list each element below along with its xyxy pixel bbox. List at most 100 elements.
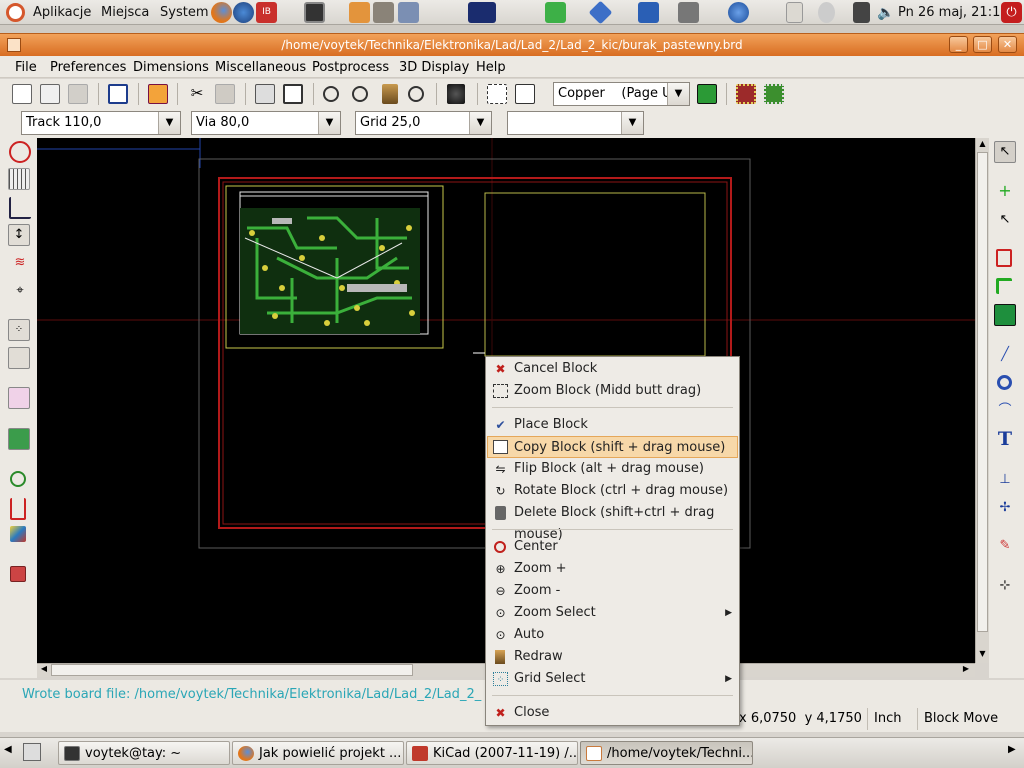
menu-item-place-block[interactable]: ✔ Place Block xyxy=(487,414,738,436)
highlight-net-icon[interactable]: + xyxy=(994,181,1016,203)
set-origin-icon[interactable]: ⊹ xyxy=(994,576,1016,598)
add-track-icon[interactable] xyxy=(996,278,1012,294)
gimp-icon[interactable] xyxy=(373,2,394,23)
firefox-icon[interactable] xyxy=(211,2,232,23)
menu-item-rotate-block[interactable]: ↻ Rotate Block (ctrl + drag mouse) xyxy=(487,480,738,502)
menu-item-redraw[interactable]: Redraw xyxy=(487,646,738,668)
menu-item-grid-select[interactable]: ⁘ Grid Select ▶ xyxy=(487,668,738,690)
print-icon[interactable] xyxy=(255,84,275,104)
scroll-left-arrow-icon[interactable]: ◀ xyxy=(38,664,50,676)
scroll-down-arrow-icon[interactable]: ▼ xyxy=(977,649,988,661)
redraw-toolbar-icon[interactable] xyxy=(382,84,398,104)
add-text-icon[interactable]: T xyxy=(994,429,1016,451)
scroll-tasks-right-icon[interactable]: ▶ xyxy=(1008,744,1016,755)
accessibility-icon[interactable] xyxy=(545,2,566,23)
cursor-shape-icon[interactable]: ⌖ xyxy=(9,281,31,303)
autoroute-icon[interactable] xyxy=(764,84,784,104)
menu-dimensions[interactable]: Dimensions xyxy=(133,59,209,77)
menu-file[interactable]: File xyxy=(15,59,37,77)
task-kicad[interactable]: KiCad (2007-11-19) /... xyxy=(406,741,578,765)
units-inch-icon[interactable]: ↕ xyxy=(8,224,30,246)
chevron-down-icon[interactable]: ▼ xyxy=(318,112,340,134)
netlist-icon[interactable] xyxy=(487,84,507,104)
thunderbird-icon[interactable] xyxy=(233,2,254,23)
grid-size-select[interactable]: Grid 25,0 ▼ xyxy=(355,111,492,135)
zoom-in-toolbar-icon[interactable] xyxy=(323,86,339,102)
maximize-button[interactable]: □ xyxy=(973,36,992,53)
add-module-icon[interactable] xyxy=(996,249,1012,267)
chevron-down-icon[interactable]: ▼ xyxy=(469,112,491,134)
scroll-tasks-left-icon[interactable]: ◀ xyxy=(4,744,12,755)
find-icon[interactable] xyxy=(447,84,465,104)
zoom-auto-toolbar-icon[interactable] xyxy=(408,86,424,102)
task-pcbnew[interactable]: /home/voytek/Techni... xyxy=(580,741,753,765)
office-icon[interactable]: IB xyxy=(256,2,277,23)
menu-postprocess[interactable]: Postprocess xyxy=(312,59,389,77)
horizontal-scroll-thumb[interactable] xyxy=(51,664,413,676)
vertical-scroll-thumb[interactable] xyxy=(977,152,988,632)
ubuntu-logo-icon[interactable] xyxy=(6,3,25,22)
cut-icon[interactable]: ✂ xyxy=(187,84,207,104)
places-menu[interactable]: Miejsca xyxy=(101,0,149,25)
chevron-down-icon[interactable]: ▼ xyxy=(621,112,643,134)
tracks-sketch-icon[interactable] xyxy=(10,498,26,520)
applications-menu[interactable]: Aplikacje xyxy=(33,0,91,25)
minimize-button[interactable]: _ xyxy=(949,36,968,53)
terminal-launcher-icon[interactable] xyxy=(304,2,325,23)
high-contrast-icon[interactable] xyxy=(10,526,26,542)
task-terminal[interactable]: voytek@tay: ~ xyxy=(58,741,230,765)
notes-icon[interactable] xyxy=(786,2,803,23)
calculator-icon[interactable] xyxy=(678,2,699,23)
volume-icon[interactable]: 🔈 xyxy=(877,5,894,21)
weather-icon[interactable] xyxy=(818,2,835,23)
via-size-select[interactable]: Via 80,0 ▼ xyxy=(191,111,341,135)
add-line-icon[interactable]: ╱ xyxy=(994,345,1016,367)
scroll-up-arrow-icon[interactable]: ▲ xyxy=(977,139,988,151)
menu-item-zoom-in[interactable]: ⊕ Zoom + xyxy=(487,558,738,580)
grid-toggle-icon[interactable] xyxy=(8,168,30,190)
select-arrow-icon[interactable]: ↖ xyxy=(994,141,1016,163)
open-board-icon[interactable] xyxy=(40,84,60,104)
delete-items-icon[interactable]: ✎ xyxy=(994,536,1016,558)
auto-delete-track-icon[interactable] xyxy=(8,387,30,409)
plot-icon[interactable] xyxy=(283,84,303,104)
pads-sketch-icon[interactable] xyxy=(10,471,26,487)
add-target-icon[interactable]: ✢ xyxy=(994,498,1016,520)
page-settings-icon[interactable] xyxy=(108,84,128,104)
clock[interactable]: Pn 26 maj, 21:10 xyxy=(898,0,1009,25)
add-circle-icon[interactable] xyxy=(997,375,1012,390)
shutdown-icon[interactable]: ⏻ xyxy=(1001,2,1022,23)
new-board-icon[interactable] xyxy=(12,84,32,104)
menu-item-zoom-auto[interactable]: ⊙ Auto xyxy=(487,624,738,646)
paste-icon[interactable] xyxy=(215,84,235,104)
xchat-icon[interactable] xyxy=(468,2,496,23)
menu-item-zoom-block[interactable]: Zoom Block (Midd butt drag) xyxy=(487,380,738,402)
spreadsheet-icon[interactable] xyxy=(638,2,659,23)
window-titlebar[interactable]: /home/voytek/Technika/Elektronika/Lad/La… xyxy=(0,33,1024,56)
home-folder-icon[interactable] xyxy=(349,2,370,23)
module-ratsnest-icon[interactable] xyxy=(8,347,30,369)
task-firefox[interactable]: Jak powielić projekt ... xyxy=(232,741,404,765)
show-ratsnest-icon[interactable]: ⁘ xyxy=(8,319,30,341)
update-icon[interactable] xyxy=(728,2,749,23)
menu-item-cancel-block[interactable]: ✖ Cancel Block xyxy=(487,358,738,380)
scroll-right-arrow-icon[interactable]: ▶ xyxy=(960,664,972,676)
menu-preferences[interactable]: Preferences xyxy=(50,59,126,77)
menu-item-center[interactable]: Center xyxy=(487,536,738,558)
show-zones-icon[interactable] xyxy=(8,428,30,450)
monitor-icon[interactable] xyxy=(853,2,870,23)
units-mm-icon[interactable]: ≋ xyxy=(9,253,31,275)
vertical-scrollbar[interactable]: ▲ ▼ xyxy=(975,138,989,663)
settings-icon[interactable] xyxy=(398,2,419,23)
close-window-button[interactable]: ✕ xyxy=(998,36,1017,53)
polar-coords-icon[interactable] xyxy=(9,197,31,219)
menu-item-zoom-select[interactable]: ⊙ Zoom Select ▶ xyxy=(487,602,738,624)
zoom-select[interactable]: ▼ xyxy=(507,111,644,135)
layer-select[interactable]: Copper (Page Up) ▼ xyxy=(553,82,690,106)
local-ratsnest-icon[interactable]: ↖ xyxy=(994,210,1016,232)
menu-help[interactable]: Help xyxy=(476,59,506,77)
network-icon[interactable] xyxy=(588,0,613,25)
menu-miscellaneous[interactable]: Miscellaneous xyxy=(215,59,306,77)
autoplace-icon[interactable] xyxy=(736,84,756,104)
menu-3d-display[interactable]: 3D Display xyxy=(399,59,469,77)
